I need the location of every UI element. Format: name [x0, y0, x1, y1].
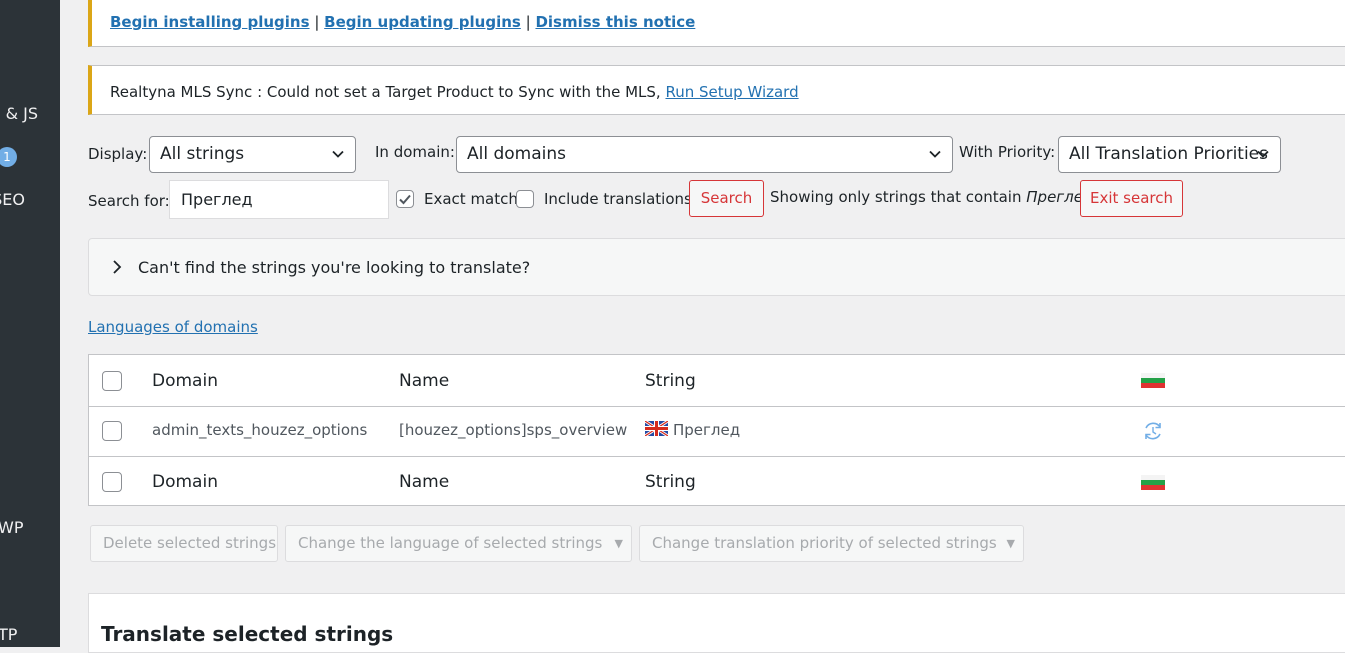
dropdown-arrow-icon: ▼ — [614, 537, 623, 550]
translation-status-icon[interactable] — [1142, 420, 1164, 442]
translate-selected-title: Translate selected strings — [101, 622, 394, 646]
sidebar-item-label: SEO — [0, 190, 25, 209]
change-priority-label: Change translation priority of selected … — [652, 534, 997, 552]
column-footer-domain: Domain — [152, 472, 218, 492]
include-translations-label: Include translations — [544, 190, 692, 208]
search-status-label: Showing only strings that contain — [770, 188, 1022, 206]
delete-selected-label: Delete selected strings — [103, 534, 277, 552]
table-header-row: Domain Name String — [89, 355, 1345, 407]
table-footer-row: Domain Name String — [89, 456, 1345, 506]
dismiss-notice-link[interactable]: Dismiss this notice — [535, 13, 695, 31]
admin-sidebar: & JS 1 SEO WP TP — [0, 0, 60, 647]
begin-installing-plugins-link[interactable]: Begin installing plugins — [110, 13, 310, 31]
separator: | — [314, 13, 320, 31]
row-domain: admin_texts_houzez_options — [152, 421, 368, 439]
mls-sync-notice: Realtyna MLS Sync : Could not set a Targ… — [88, 65, 1345, 115]
include-translations-checkbox[interactable] — [516, 190, 534, 208]
delete-selected-strings-button[interactable]: Delete selected strings — [90, 525, 278, 562]
search-input[interactable]: Преглед — [169, 180, 389, 219]
dropdown-arrow-icon: ▼ — [1006, 537, 1015, 550]
sidebar-item-label: TP — [0, 625, 18, 644]
search-input-value: Преглед — [181, 190, 253, 209]
uk-flag-icon — [645, 421, 668, 436]
missing-strings-panel[interactable]: Can't find the strings you're looking to… — [88, 238, 1345, 296]
priority-select-value: All Translation Priorities — [1069, 144, 1268, 164]
mls-notice-text: Realtyna MLS Sync : Could not set a Targ… — [110, 83, 661, 101]
languages-of-domains-link[interactable]: Languages of domains — [88, 318, 258, 336]
row-checkbox[interactable] — [102, 421, 122, 441]
plugins-notice: Begin installing plugins | Begin updatin… — [88, 0, 1345, 47]
change-language-label: Change the language of selected strings — [298, 534, 603, 552]
exit-search-button[interactable]: Exit search — [1080, 180, 1183, 217]
priority-select[interactable]: All Translation Priorities — [1058, 136, 1281, 173]
column-header-domain: Domain — [152, 371, 218, 391]
translate-selected-box: Translate selected strings — [88, 593, 1345, 653]
exact-match-checkbox[interactable] — [396, 190, 414, 208]
column-footer-string: String — [645, 472, 696, 492]
row-name: [houzez_options]sps_overview — [399, 421, 628, 439]
sidebar-item-label: & JS — [5, 104, 38, 123]
change-language-select[interactable]: Change the language of selected strings … — [285, 525, 632, 562]
chevron-right-icon — [113, 260, 122, 274]
chevron-down-icon — [1257, 150, 1269, 158]
bulgarian-flag-icon — [1141, 373, 1165, 388]
sidebar-item-wp[interactable]: WP — [0, 518, 23, 537]
row-string: Преглед — [673, 421, 741, 439]
chevron-down-icon — [929, 150, 941, 158]
checkmark-icon — [399, 194, 411, 205]
strings-table: Domain Name String admin_texts_houzez_op… — [88, 354, 1345, 506]
sidebar-item-css-js[interactable]: & JS — [6, 104, 38, 123]
column-header-string: String — [645, 371, 696, 391]
run-setup-wizard-link[interactable]: Run Setup Wizard — [665, 83, 798, 101]
search-status-text: Showing only strings that contain Прегле… — [770, 188, 1093, 206]
chevron-down-icon — [332, 150, 344, 158]
bulgarian-flag-icon — [1141, 475, 1165, 490]
select-all-checkbox[interactable] — [102, 371, 122, 391]
domain-label: In domain: — [375, 143, 455, 161]
begin-updating-plugins-link[interactable]: Begin updating plugins — [324, 13, 521, 31]
domain-select-value: All domains — [467, 144, 567, 164]
column-header-name: Name — [399, 371, 450, 391]
select-all-checkbox-footer[interactable] — [102, 472, 122, 492]
domain-select[interactable]: All domains — [456, 136, 953, 173]
missing-strings-text: Can't find the strings you're looking to… — [138, 258, 531, 277]
column-footer-name: Name — [399, 472, 450, 492]
sidebar-item-label: WP — [0, 518, 24, 537]
display-label: Display: — [88, 145, 148, 163]
change-priority-select[interactable]: Change translation priority of selected … — [639, 525, 1024, 562]
priority-label: With Priority: — [959, 143, 1056, 161]
sidebar-item-tp[interactable]: TP — [0, 625, 17, 644]
search-label: Search for: — [88, 192, 170, 210]
exact-match-label: Exact match — [424, 190, 518, 208]
table-row: admin_texts_houzez_options [houzez_optio… — [89, 406, 1345, 457]
update-count-badge: 1 — [0, 147, 17, 167]
display-select-value: All strings — [160, 144, 245, 164]
sidebar-item-seo[interactable]: SEO — [0, 190, 25, 209]
search-button[interactable]: Search — [689, 180, 764, 217]
separator: | — [525, 13, 531, 31]
display-select[interactable]: All strings — [149, 136, 356, 173]
